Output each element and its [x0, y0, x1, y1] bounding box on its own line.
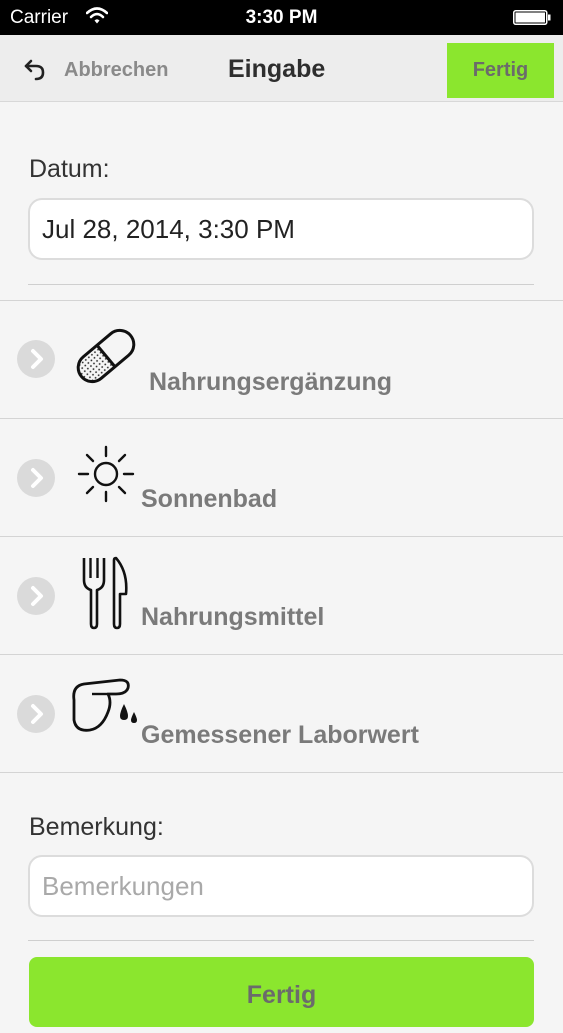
category-label: Gemessener Laborwert [141, 721, 419, 749]
divider [0, 772, 563, 773]
sun-icon [77, 445, 135, 503]
chevron-right-icon[interactable] [17, 459, 55, 497]
chevron-right-icon[interactable] [17, 340, 55, 378]
navigation-bar: Abbrechen Eingabe Fertig [0, 35, 563, 102]
chevron-right-icon[interactable] [17, 577, 55, 615]
chevron-right-icon[interactable] [17, 695, 55, 733]
remarks-input[interactable]: Bemerkungen [28, 855, 534, 917]
battery-icon [513, 10, 551, 25]
date-label: Datum: [29, 155, 110, 183]
done-button-bottom[interactable]: Fertig [29, 957, 534, 1027]
category-label: Nahrungsergänzung [149, 368, 393, 396]
date-field[interactable]: Jul 28, 2014, 3:30 PM [28, 198, 534, 260]
fork-knife-icon [82, 556, 128, 630]
category-label: Sonnenbad [141, 485, 278, 513]
category-row-food[interactable]: Nahrungsmittel [0, 536, 563, 654]
cancel-button[interactable]: Abbrechen [64, 59, 168, 82]
divider [28, 284, 534, 285]
page-title: Eingabe [228, 55, 326, 83]
undo-arrow-icon[interactable] [23, 57, 47, 81]
category-label: Nahrungsmittel [141, 603, 325, 631]
done-button-top[interactable]: Fertig [447, 43, 554, 98]
category-row-sunbath[interactable]: Sonnenbad [0, 418, 563, 536]
clock: 3:30 PM [245, 7, 318, 28]
remarks-label: Bemerkung: [29, 813, 164, 841]
status-bar: Carrier 3:30 PM [0, 0, 563, 35]
pill-icon [72, 328, 136, 388]
finger-blood-drop-icon [72, 678, 137, 732]
divider [28, 940, 534, 941]
category-row-lab-value[interactable]: Gemessener Laborwert [0, 654, 563, 772]
category-row-supplement[interactable]: Nahrungsergänzung [0, 300, 563, 418]
